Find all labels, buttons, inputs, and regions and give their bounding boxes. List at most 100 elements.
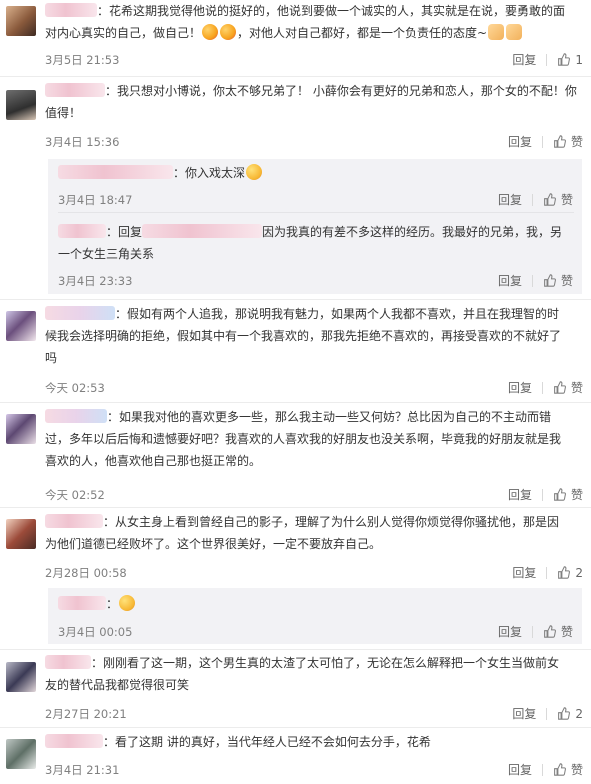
- user-name[interactable]: [58, 165, 173, 179]
- divider: [546, 566, 548, 579]
- like-button[interactable]: 2: [557, 707, 583, 721]
- avatar[interactable]: [6, 90, 36, 120]
- like-button[interactable]: 赞: [553, 133, 583, 150]
- like-button[interactable]: 赞: [543, 191, 573, 208]
- comment-text: ：刚刚看了这一期，这个男生真的太渣了太可怕了，无论在怎么解释把一个女生当做前女 …: [45, 655, 560, 692]
- like-label: 赞: [570, 763, 583, 777]
- thumbs-up-icon: [554, 763, 566, 776]
- avatar[interactable]: [6, 739, 36, 769]
- user-name[interactable]: [58, 224, 106, 238]
- comment-actions: 回复 赞: [508, 133, 583, 150]
- user-name[interactable]: [58, 596, 106, 610]
- like-label: 赞: [570, 381, 583, 395]
- timestamp: 今天 02:52: [45, 488, 105, 502]
- sub-reply-actions: 回复 赞: [498, 272, 573, 289]
- timestamp: 3月4日 21:31: [45, 763, 120, 777]
- comment-text: ：从女主身上看到曾经自己的影子，理解了为什么别人觉得你烦觉得你骚扰他，那是因 为…: [45, 514, 560, 551]
- divider: [541, 763, 543, 776]
- avatar[interactable]: [6, 662, 36, 692]
- like-label: 赞: [570, 135, 583, 149]
- like-button[interactable]: 赞: [553, 379, 583, 396]
- comment-text: ：我只想对小博说，你太不够兄弟了！ 小薛你会有更好的兄弟和恋人，那个女的不配！你…: [45, 83, 577, 120]
- comment-actions: 回复 赞: [508, 379, 583, 396]
- sub-reply-text: ：: [58, 593, 578, 615]
- comment-text: ：看了这期 讲的真好，当代年经人已经不会如何去分手，花希: [45, 731, 585, 753]
- divider: [531, 193, 533, 206]
- like-count: 1: [575, 52, 583, 67]
- like-button[interactable]: 2: [557, 566, 583, 580]
- like-button[interactable]: 赞: [553, 486, 583, 503]
- thumbs-up-emoji-icon: [506, 24, 523, 40]
- sub-reply-1: ：: [58, 593, 578, 615]
- comment-actions: 回复 赞: [508, 761, 583, 778]
- timestamp: 2月28日 00:58: [45, 566, 127, 580]
- thumbs-up-icon: [558, 707, 571, 720]
- avatar[interactable]: [6, 311, 36, 341]
- reply-button[interactable]: 回复: [508, 379, 532, 396]
- like-count: 2: [575, 565, 583, 580]
- user-name[interactable]: [45, 514, 103, 528]
- sub-reply-actions: 回复 赞: [498, 623, 573, 640]
- divider: [0, 727, 591, 728]
- reply-button[interactable]: 回复: [512, 705, 536, 722]
- heart-eyes-emoji-icon: [202, 24, 219, 40]
- like-label: 赞: [560, 274, 573, 288]
- reply-button[interactable]: 回复: [498, 272, 522, 289]
- timestamp: 3月4日 15:36: [45, 135, 120, 149]
- reply-button[interactable]: 回复: [512, 51, 536, 68]
- thumbs-up-icon: [554, 135, 566, 148]
- sub-reply-2: ：回复 因为我真的有差不多这样的经历。我最好的兄弟，我，另 一个女生三角关系: [58, 221, 578, 265]
- like-label: 赞: [570, 488, 583, 502]
- user-name[interactable]: [45, 306, 115, 320]
- reply-button[interactable]: 回复: [508, 486, 532, 503]
- reply-button[interactable]: 回复: [508, 133, 532, 150]
- heart-eyes-emoji-icon: [220, 24, 237, 40]
- like-button[interactable]: 赞: [553, 761, 583, 778]
- comment-text: ：花希这期我觉得他说的挺好的，他说到要做一个诚实的人，其实就是在说，要勇敢的面 …: [45, 3, 566, 40]
- divider: [541, 135, 543, 148]
- user-name[interactable]: [45, 409, 107, 423]
- thumbs-up-icon: [544, 625, 556, 638]
- divider: [531, 274, 533, 287]
- smile-emoji-icon: [246, 164, 263, 180]
- reply-button[interactable]: 回复: [498, 191, 522, 208]
- thumbs-up-icon: [554, 381, 566, 394]
- timestamp: 3月4日 23:33: [58, 274, 133, 288]
- mention-name[interactable]: [142, 224, 263, 238]
- avatar[interactable]: [6, 6, 36, 36]
- sub-reply-1: ：你入戏太深: [58, 162, 578, 184]
- divider: [0, 649, 591, 650]
- user-name[interactable]: [45, 655, 91, 669]
- comment-actions: 回复 2: [512, 705, 583, 722]
- comment-actions: 回复 1: [512, 51, 583, 68]
- timestamp: 2月27日 20:21: [45, 707, 127, 721]
- user-name[interactable]: [45, 3, 97, 17]
- reply-button[interactable]: 回复: [508, 761, 532, 778]
- avatar[interactable]: [6, 414, 36, 444]
- divider: [546, 707, 548, 720]
- timestamp: 3月5日 21:53: [45, 53, 120, 67]
- divider: [0, 507, 591, 508]
- thumbs-up-icon: [544, 274, 556, 287]
- comment-actions: 回复 赞: [508, 486, 583, 503]
- sub-reply-text: ：回复 因为我真的有差不多这样的经历。我最好的兄弟，我，另 一个女生三角关系: [58, 224, 563, 261]
- user-name[interactable]: [45, 83, 105, 97]
- reply-button[interactable]: 回复: [498, 623, 522, 640]
- like-label: 赞: [560, 193, 573, 207]
- user-name[interactable]: [45, 734, 103, 748]
- reply-button[interactable]: 回复: [512, 564, 536, 581]
- thumbs-up-icon: [554, 488, 566, 501]
- like-button[interactable]: 赞: [543, 623, 573, 640]
- sub-reply-text: ：你入戏太深: [58, 162, 578, 184]
- comment-text: ：如果我对他的喜欢更多一些，那么我主动一些又何妨？总比因为自己的不主动而错 过，…: [45, 409, 562, 468]
- like-button[interactable]: 1: [557, 53, 583, 67]
- thumbs-up-icon: [544, 193, 556, 206]
- like-button[interactable]: 赞: [543, 272, 573, 289]
- timestamp: 今天 02:53: [45, 381, 105, 395]
- avatar[interactable]: [6, 519, 36, 549]
- thumbs-up-emoji-icon: [488, 24, 505, 40]
- divider: [0, 76, 591, 77]
- like-label: 赞: [560, 625, 573, 639]
- divider: [0, 299, 591, 300]
- divider: [541, 488, 543, 501]
